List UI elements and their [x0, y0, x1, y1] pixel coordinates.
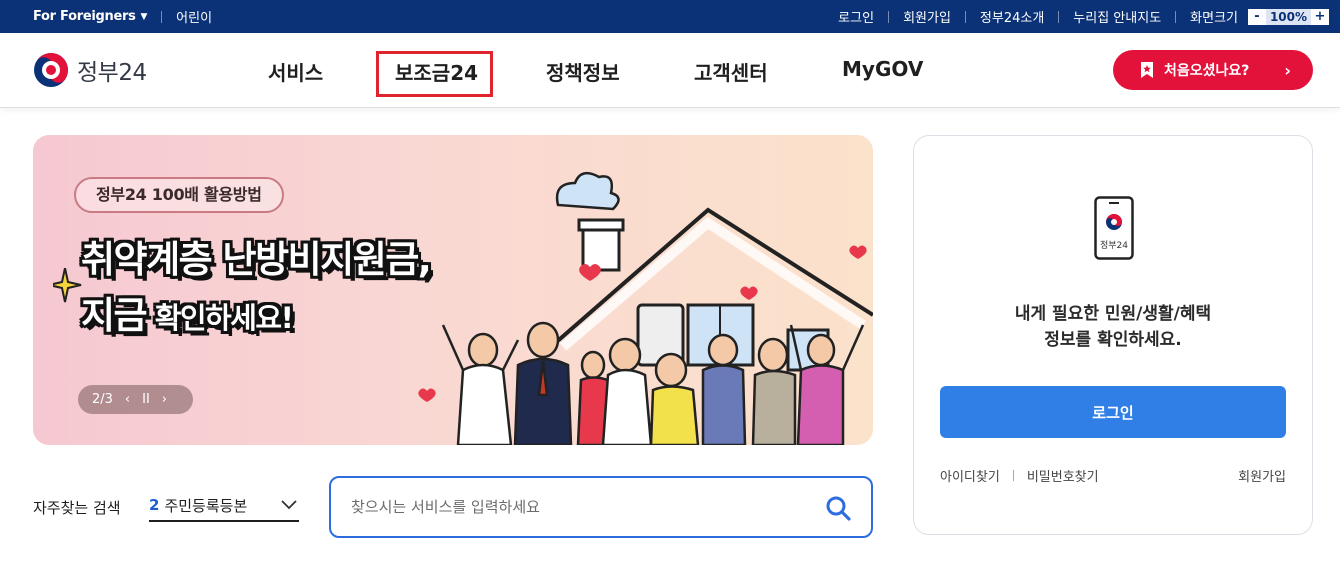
banner-prev-button[interactable]: ‹	[125, 392, 130, 407]
banner-next-button[interactable]: ›	[162, 392, 167, 407]
sparkle-icon	[53, 268, 82, 303]
device-label: 정부24	[1100, 241, 1129, 251]
nav-customer-center[interactable]: 고객센터	[694, 57, 768, 86]
banner-headline-1: 취약계층 난방비지원금,	[81, 238, 432, 281]
banner-headline-2b: 확인하세요!	[146, 301, 294, 335]
for-foreigners-label: For Foreigners	[33, 9, 136, 24]
login-button[interactable]: 로그인	[940, 386, 1286, 438]
nav-subsidy24[interactable]: 보조금24	[395, 57, 478, 86]
main-header: 정부24 서비스 보조금24 정책정보 고객센터 MyGOV 처음오셨나요? ›	[0, 33, 1340, 108]
divider	[1012, 470, 1014, 481]
banner-page-indicator: 2/3	[92, 392, 113, 407]
signup-link[interactable]: 회원가입	[903, 7, 951, 26]
sitemap-link[interactable]: 누리집 안내지도	[1073, 7, 1161, 26]
first-visit-button[interactable]: 처음오셨나요? ›	[1113, 50, 1313, 90]
frequent-search-term: 주민등록등본	[164, 496, 248, 515]
card-message-line-2: 정보를 확인하세요.	[1044, 330, 1182, 350]
main-banner[interactable]: 정부24 100배 활용방법 취약계층 난방비지원금, 지금 확인하세요! 2/…	[33, 135, 873, 445]
utility-bar: For Foreigners ▼ 어린이 로그인 회원가입 정부24소개 누리집…	[0, 0, 1340, 33]
login-link[interactable]: 로그인	[838, 7, 874, 26]
search-icon[interactable]	[825, 495, 851, 521]
divider	[888, 10, 890, 23]
frequent-search-rank: 2	[149, 496, 160, 514]
for-foreigners-menu[interactable]: For Foreigners ▼	[33, 9, 147, 24]
banner-headline-2: 지금 확인하세요!	[81, 285, 294, 339]
find-id-link[interactable]: 아이디찾기	[940, 466, 1000, 485]
banner-headline-2a: 지금	[81, 294, 148, 337]
zoom-control: - 100% +	[1248, 8, 1329, 25]
divider	[964, 10, 966, 23]
banner-pill: 정부24 100배 활용방법	[74, 177, 284, 213]
login-card: 정부24 내게 필요한 민원/생활/혜택 정보를 확인하세요. 로그인 아이디찾…	[913, 135, 1313, 535]
divider	[161, 10, 163, 23]
first-visit-label: 처음오셨나요?	[1164, 63, 1250, 79]
bookmark-star-icon	[1141, 62, 1153, 78]
zoom-in-button[interactable]: +	[1311, 8, 1329, 25]
zoom-value: 100%	[1266, 8, 1311, 25]
about-link[interactable]: 정부24소개	[980, 7, 1044, 26]
zoom-label: 화면크기	[1190, 11, 1238, 26]
search-box	[329, 476, 873, 538]
zoom-out-button[interactable]: -	[1248, 8, 1266, 25]
nav-mygov[interactable]: MyGOV	[842, 57, 923, 81]
find-password-link[interactable]: 비밀번호찾기	[1027, 466, 1099, 485]
chevron-down-icon	[281, 500, 297, 510]
kids-link[interactable]: 어린이	[176, 7, 212, 26]
nav-services[interactable]: 서비스	[268, 57, 323, 86]
banner-controls: 2/3 ‹ II ›	[78, 385, 193, 414]
card-message-line-1: 내게 필요한 민원/생활/혜택	[1014, 304, 1212, 324]
divider	[1175, 10, 1177, 23]
chevron-right-icon: ›	[1284, 60, 1291, 80]
frequent-search-select[interactable]: 2 주민등록등본	[149, 490, 299, 522]
account-links: 아이디찾기 비밀번호찾기 회원가입	[940, 466, 1286, 485]
caret-down-icon: ▼	[140, 11, 148, 22]
search-input[interactable]	[351, 494, 811, 520]
family-house-illustration	[418, 171, 873, 445]
nav-policy-info[interactable]: 정책정보	[546, 57, 620, 86]
frequent-search-label: 자주찾는 검색	[33, 499, 121, 517]
divider	[1058, 10, 1060, 23]
banner-pause-button[interactable]: II	[142, 392, 150, 407]
join-link[interactable]: 회원가입	[1238, 466, 1286, 485]
